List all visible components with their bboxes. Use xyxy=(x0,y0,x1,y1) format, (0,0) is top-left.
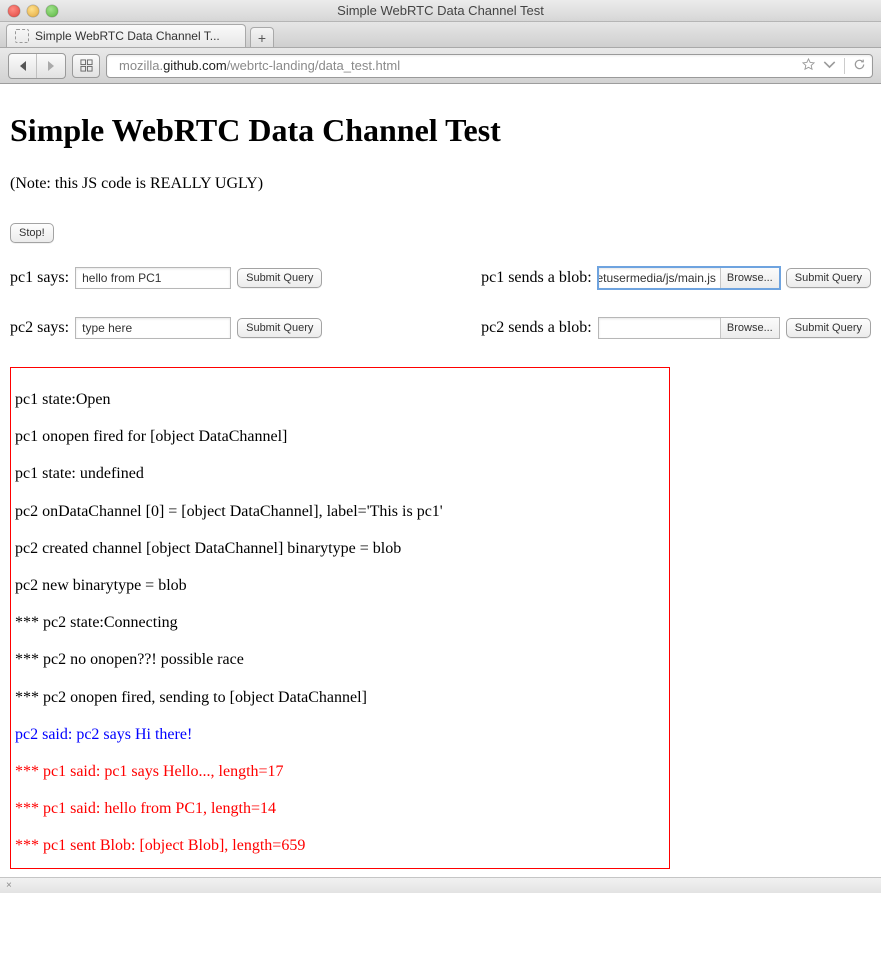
log-panel[interactable]: pc1 state:Open pc1 onopen fired for [obje… xyxy=(10,367,670,869)
log-line: pc2 said: pc2 says Hi there! xyxy=(15,725,663,744)
pc2-blob-file-input[interactable]: Browse... xyxy=(598,317,780,339)
dropdown-caret-icon[interactable] xyxy=(823,58,836,74)
row-pc2: pc2 says: Submit Query pc2 sends a blob:… xyxy=(10,317,871,339)
pc1-blob-browse-button[interactable]: Browse... xyxy=(720,268,779,288)
log-line: pc1 onopen fired for [object DataChannel… xyxy=(15,427,663,446)
statusbar-close-icon[interactable]: × xyxy=(6,880,12,891)
pc2-says-input[interactable] xyxy=(75,317,231,339)
page-note: (Note: this JS code is REALLY UGLY) xyxy=(10,175,871,193)
log-line: pc2 created channel [object DataChannel]… xyxy=(15,539,663,558)
grid-icon xyxy=(80,59,93,72)
urlbar-end-icons xyxy=(802,58,866,74)
nav-toolbar: mozilla.github.com/webrtc-landing/data_t… xyxy=(0,48,881,84)
log-line-truncated xyxy=(15,372,663,376)
pc1-says-submit[interactable]: Submit Query xyxy=(237,268,322,288)
page-content: Simple WebRTC Data Channel Test (Note: t… xyxy=(0,84,881,877)
new-tab-button[interactable]: + xyxy=(250,27,274,47)
page-heading: Simple WebRTC Data Channel Test xyxy=(10,112,871,149)
pc2-blob-submit[interactable]: Submit Query xyxy=(786,318,871,338)
zoom-window-button[interactable] xyxy=(46,5,58,17)
reload-icon[interactable] xyxy=(853,58,866,74)
separator xyxy=(844,58,845,74)
pc1-blob-submit[interactable]: Submit Query xyxy=(786,268,871,288)
nav-back-forward-group xyxy=(8,53,66,79)
favicon-placeholder-icon xyxy=(15,29,29,43)
triangle-left-icon xyxy=(17,60,29,72)
log-line: *** pc1 said: hello from PC1, length=14 xyxy=(15,799,663,818)
url-text: mozilla.github.com/webrtc-landing/data_t… xyxy=(119,58,796,73)
triangle-right-icon xyxy=(45,60,57,72)
pc2-blob-browse-button[interactable]: Browse... xyxy=(720,318,779,338)
window-title: Simple WebRTC Data Channel Test xyxy=(0,3,881,18)
plus-icon: + xyxy=(258,30,266,46)
log-line: *** pc1 sent Blob: [object Blob], length… xyxy=(15,836,663,855)
window-titlebar: Simple WebRTC Data Channel Test xyxy=(0,0,881,22)
log-line: pc2 new binarytype = blob xyxy=(15,576,663,595)
traffic-lights xyxy=(8,5,58,17)
status-bar: × xyxy=(0,877,881,893)
back-button[interactable] xyxy=(9,54,37,78)
pc1-blob-label: pc1 sends a blob: xyxy=(481,269,592,287)
minimize-window-button[interactable] xyxy=(27,5,39,17)
close-window-button[interactable] xyxy=(8,5,20,17)
pc2-says-submit[interactable]: Submit Query xyxy=(237,318,322,338)
log-line: *** pc2 onopen fired, sending to [object… xyxy=(15,688,663,707)
log-line: *** pc1 said: pc1 says Hello..., length=… xyxy=(15,762,663,781)
url-bar[interactable]: mozilla.github.com/webrtc-landing/data_t… xyxy=(106,54,873,78)
log-line: *** pc2 state:Connecting xyxy=(15,613,663,632)
forward-button[interactable] xyxy=(37,54,65,78)
show-all-tabs-button[interactable] xyxy=(72,54,100,78)
tab-strip: Simple WebRTC Data Channel T... + xyxy=(0,22,881,48)
log-line: *** pc2 no onopen??! possible race xyxy=(15,650,663,669)
stop-button[interactable]: Stop! xyxy=(10,223,54,243)
bookmark-star-icon[interactable] xyxy=(802,58,815,74)
log-line: pc1 state:Open xyxy=(15,390,663,409)
pc2-says-label: pc2 says: xyxy=(10,319,69,337)
pc1-blob-filename: ipl/getusermedia/js/main.js xyxy=(599,271,720,285)
row-pc1: pc1 says: Submit Query pc1 sends a blob:… xyxy=(10,267,871,289)
pc1-says-input[interactable] xyxy=(75,267,231,289)
log-line: pc1 state: undefined xyxy=(15,464,663,483)
tab-active[interactable]: Simple WebRTC Data Channel T... xyxy=(6,24,246,47)
log-line: pc2 onDataChannel [0] = [object DataChan… xyxy=(15,502,663,521)
pc1-says-label: pc1 says: xyxy=(10,269,69,287)
tab-title: Simple WebRTC Data Channel T... xyxy=(35,29,237,43)
pc1-blob-file-input[interactable]: ipl/getusermedia/js/main.js Browse... xyxy=(598,267,780,289)
pc2-blob-label: pc2 sends a blob: xyxy=(481,319,592,337)
